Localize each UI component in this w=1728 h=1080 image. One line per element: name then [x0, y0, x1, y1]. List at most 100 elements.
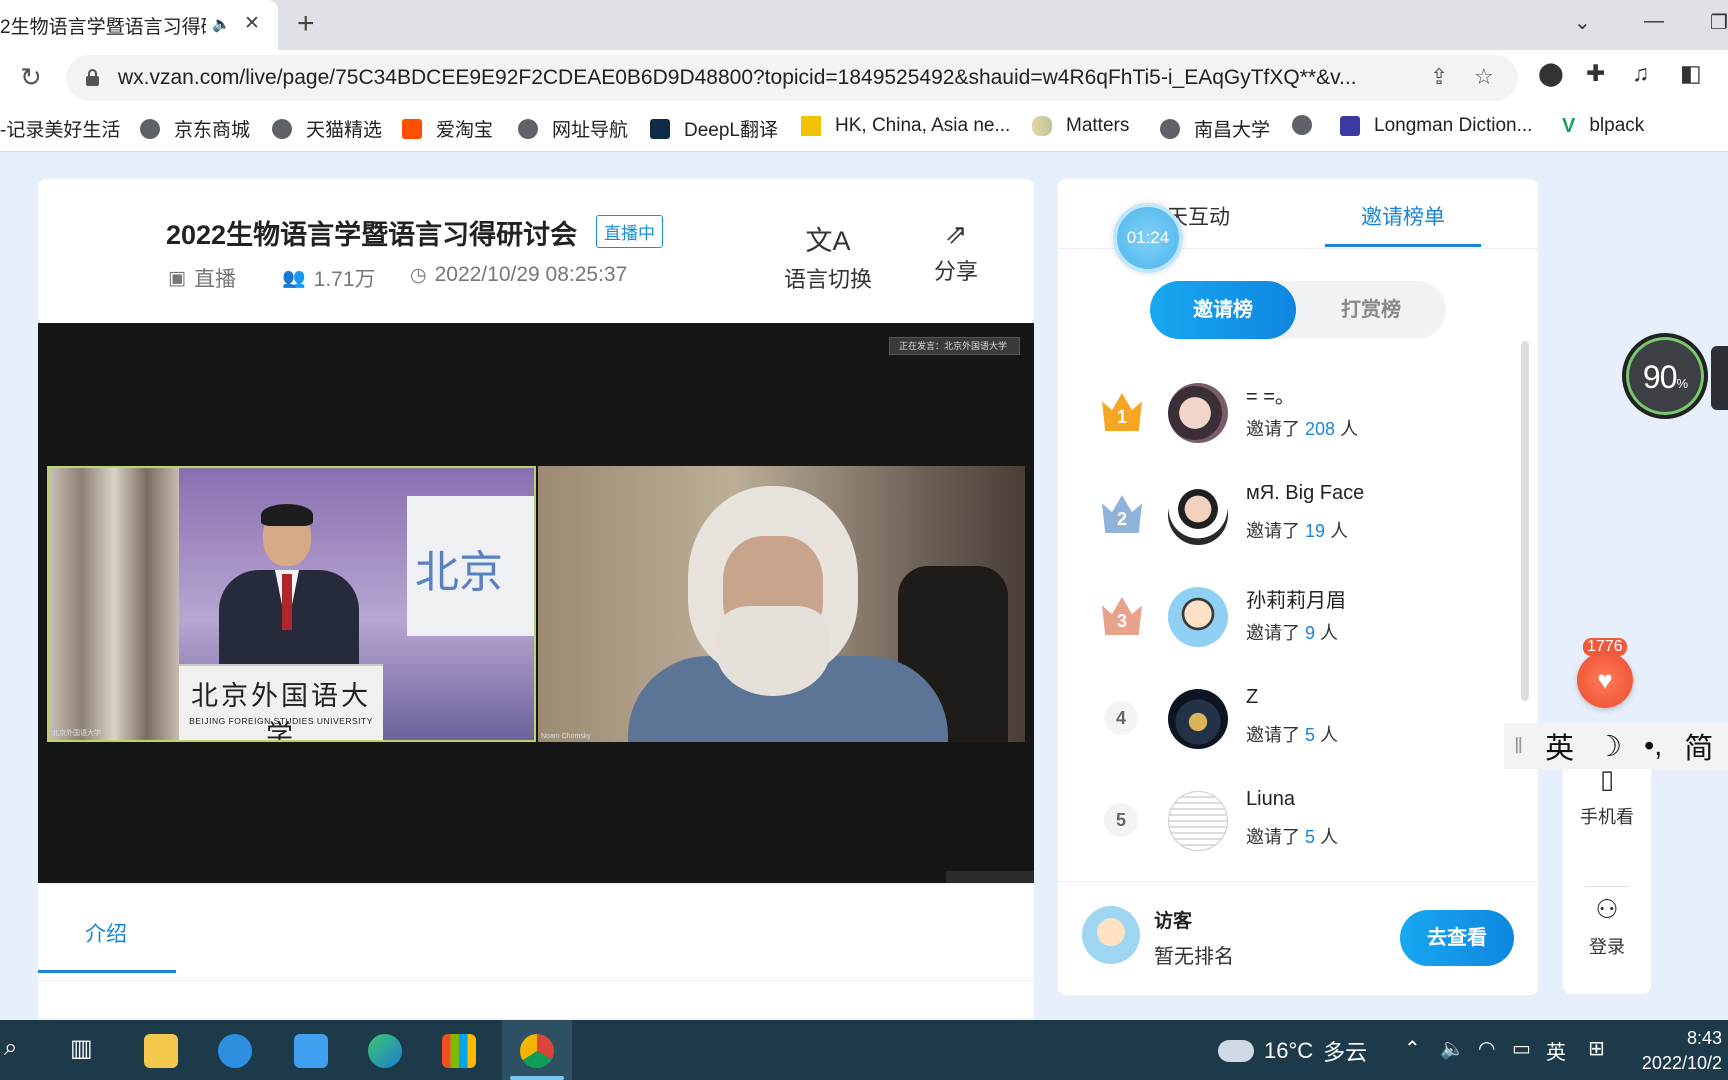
- list-item[interactable]: 5 Liuna 邀请了 5 人: [1058, 777, 1518, 867]
- tab-search-icon[interactable]: ⌄: [1574, 10, 1591, 35]
- chrome-icon[interactable]: [520, 1034, 554, 1068]
- new-tab-button[interactable]: +: [297, 7, 315, 41]
- invite-ranking-button[interactable]: 邀请榜: [1150, 281, 1296, 339]
- speaking-banner: 正在发言：北京外国语大学: [889, 337, 1020, 355]
- bookmark-item[interactable]: [1292, 115, 1326, 135]
- extension-circle-icon[interactable]: ⬤: [1538, 60, 1564, 87]
- crown-gold-icon: 1: [1102, 393, 1142, 433]
- content-tabs: 介绍: [38, 883, 1034, 1019]
- avatar: [1082, 906, 1140, 964]
- language-switch-button[interactable]: 文A 语言切换: [784, 219, 872, 294]
- bookmark-item[interactable]: DeepL翻译: [650, 115, 778, 142]
- chat-app-icon[interactable]: [218, 1034, 252, 1068]
- bookmark-item[interactable]: 爱淘宝: [402, 115, 493, 142]
- browser-tab[interactable]: 2生物语言学暨语言习得研讨会 🔈 ✕: [0, 0, 278, 50]
- bookmark-item[interactable]: 南昌大学: [1160, 115, 1270, 142]
- system-clock[interactable]: 8:43 2022/10/2: [1612, 1026, 1728, 1076]
- status-badge: 直播中: [596, 215, 663, 248]
- extensions-puzzle-icon[interactable]: ✚: [1586, 60, 1605, 87]
- bookmark-item[interactable]: Matters: [1032, 115, 1129, 137]
- phone-view-button[interactable]: ▯ 手机看: [1563, 764, 1651, 829]
- side-panel-icon[interactable]: ◧: [1680, 60, 1702, 87]
- tab-intro[interactable]: 介绍: [85, 918, 127, 948]
- speaker-icon[interactable]: 🔈: [212, 15, 231, 33]
- store-icon[interactable]: [442, 1034, 476, 1068]
- bookmark-star-icon[interactable]: ☆: [1474, 64, 1494, 90]
- globe-icon: [1292, 115, 1312, 135]
- view-button[interactable]: 去查看: [1400, 910, 1514, 966]
- share-page-icon[interactable]: ⇪: [1430, 64, 1448, 90]
- tile-label: Noam Chomsky: [541, 733, 591, 740]
- ime-indicator[interactable]: 英: [1546, 1036, 1566, 1065]
- battery-icon[interactable]: ▭: [1512, 1036, 1531, 1061]
- search-icon[interactable]: ⌕: [4, 1034, 17, 1062]
- close-tab-icon[interactable]: ✕: [244, 12, 260, 35]
- gauge-side-panel[interactable]: [1711, 346, 1728, 410]
- chevron-up-icon[interactable]: ⌃: [1404, 1036, 1421, 1061]
- avatar: [1168, 791, 1228, 851]
- ime-toolbar: ‖ 英 ☽ •, 简: [1504, 723, 1728, 769]
- ime-lang[interactable]: 英: [1545, 725, 1574, 767]
- wifi-icon[interactable]: ◠: [1478, 1036, 1495, 1061]
- my-rank-bar: 访客 暂无排名 去查看: [1058, 881, 1538, 995]
- page-title: 2022生物语言学暨语言习得研讨会: [166, 220, 578, 250]
- bookmark-item[interactable]: -记录美好生活: [0, 115, 120, 142]
- countdown-timer[interactable]: 01:24: [1113, 203, 1183, 273]
- share-icon: ⇗: [944, 219, 968, 249]
- performance-gauge[interactable]: 90%: [1622, 333, 1708, 419]
- like-count: 1776: [1583, 638, 1627, 656]
- list-item[interactable]: 2 мЯ. Big Face 邀请了 19 人: [1058, 471, 1518, 561]
- edge-icon[interactable]: [368, 1034, 402, 1068]
- invite-count: 邀请了 208 人: [1246, 419, 1359, 439]
- weather-widget[interactable]: 16°C 多云: [1218, 1035, 1367, 1067]
- rank-number: 5: [1104, 803, 1138, 837]
- minimize-icon[interactable]: —: [1644, 10, 1664, 33]
- ime-grip-icon[interactable]: ‖: [1514, 733, 1523, 759]
- play-icon: ▣: [168, 267, 186, 289]
- avatar: [1168, 587, 1228, 647]
- user-name: = =。: [1246, 386, 1295, 408]
- share-button[interactable]: ⇗ 分享: [934, 219, 978, 286]
- ime-punct[interactable]: •,: [1644, 730, 1662, 763]
- invite-count: 邀请了 5 人: [1246, 827, 1339, 847]
- user-name: мЯ. Big Face: [1246, 482, 1365, 504]
- ime-mode-icon[interactable]: ⊞: [1588, 1036, 1605, 1061]
- matters-icon: [1032, 116, 1052, 136]
- mail-icon[interactable]: [294, 1034, 328, 1068]
- task-view-icon[interactable]: ▥: [70, 1034, 93, 1063]
- list-item[interactable]: 4 Z 邀请了 5 人: [1058, 675, 1518, 765]
- restore-icon[interactable]: ❐: [1710, 10, 1728, 35]
- bookmark-item[interactable]: 网址导航: [518, 115, 628, 142]
- reload-icon[interactable]: ↻: [20, 62, 42, 93]
- bookmark-item[interactable]: HK, China, Asia ne...: [801, 115, 1010, 137]
- bookmark-item[interactable]: 天猫精选: [272, 115, 382, 142]
- bookmark-item[interactable]: Vblpack: [1562, 115, 1644, 137]
- file-explorer-icon[interactable]: [144, 1034, 178, 1068]
- crown-bronze-icon: 3: [1102, 597, 1142, 637]
- ranking-panel: 聊天互动 邀请榜单 邀请榜 打赏榜 1 = =。 邀请了 208 人 2 мЯ.…: [1058, 179, 1538, 995]
- bookmark-item[interactable]: Longman Diction...: [1340, 115, 1532, 137]
- address-bar[interactable]: wx.vzan.com/live/page/75C34BDCEE9E92F2CD…: [66, 55, 1518, 101]
- ime-moon-icon[interactable]: ☽: [1596, 729, 1622, 764]
- scrollbar[interactable]: [1521, 341, 1529, 701]
- list-item[interactable]: 1 = =。 邀请了 208 人: [1058, 369, 1518, 459]
- like-button[interactable]: ♥: [1577, 652, 1633, 708]
- url-text[interactable]: wx.vzan.com/live/page/75C34BDCEE9E92F2CD…: [118, 66, 1368, 90]
- globe-icon: [1160, 118, 1180, 139]
- avatar: [1168, 485, 1228, 545]
- user-name: Z: [1246, 686, 1259, 708]
- live-type: ▣ 直播: [168, 267, 236, 292]
- ime-simplified[interactable]: 简: [1684, 725, 1713, 767]
- login-button[interactable]: ⚇ 登录: [1563, 894, 1651, 959]
- list-item[interactable]: 3 孙莉莉月眉 邀请了 9 人: [1058, 573, 1518, 663]
- start-time: ◷ 2022/10/29 08:25:37: [410, 263, 628, 286]
- volume-icon[interactable]: 🔈: [1440, 1036, 1465, 1061]
- reward-ranking-button[interactable]: 打赏榜: [1296, 281, 1446, 339]
- bookmark-item[interactable]: 京东商城: [140, 115, 250, 142]
- tab-invite-list[interactable]: 邀请榜单: [1361, 201, 1445, 231]
- avatar: [1168, 689, 1228, 749]
- gauge-value: 90: [1642, 359, 1678, 395]
- video-player[interactable]: 正在发言：北京外国语大学 北京 北京外国语大学 BEIJING FOREIGN …: [38, 323, 1034, 883]
- media-control-icon[interactable]: ♫: [1632, 60, 1649, 87]
- video-controls[interactable]: [946, 871, 1034, 883]
